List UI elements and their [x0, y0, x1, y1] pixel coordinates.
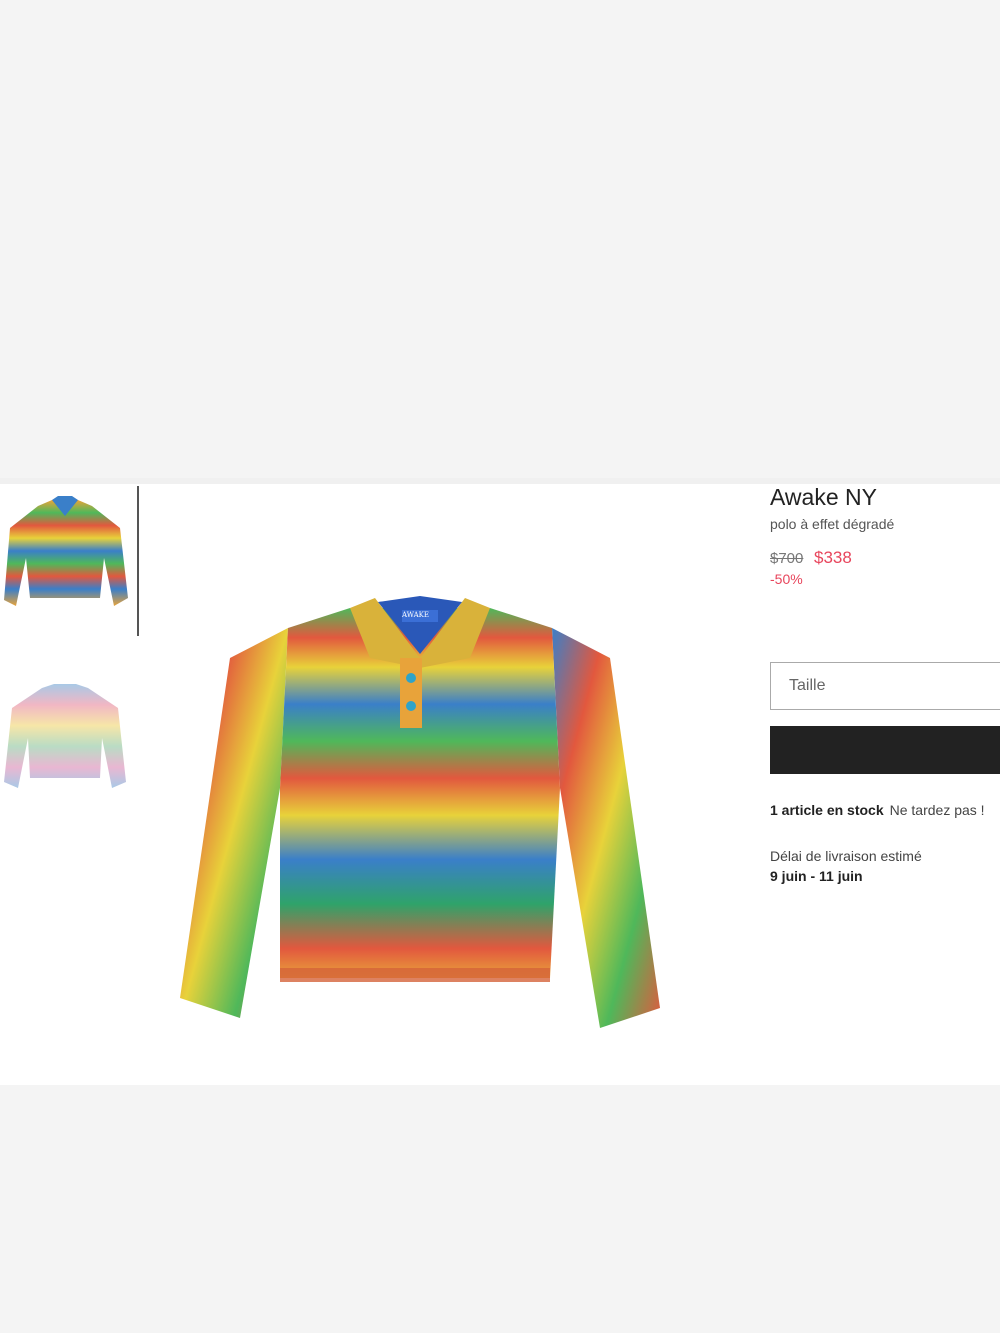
thumbnail-sweater-image: [4, 684, 126, 788]
size-select[interactable]: Taille: [770, 662, 1000, 710]
thumbnail-polo-image: [4, 496, 128, 606]
stock-count: 1 article en stock: [770, 802, 884, 818]
product-panel: AWAKE Awake NY polo à effet dégradé $700…: [0, 478, 1000, 1085]
discount-badge: -50%: [770, 571, 803, 587]
stock-status: 1 article en stock Ne tardez pas !: [770, 802, 985, 818]
delivery-label: Délai de livraison estimé: [770, 848, 922, 864]
thumbnail-selected-indicator: [137, 486, 139, 636]
stock-note: Ne tardez pas !: [889, 802, 985, 818]
rainbow-polo-image: [180, 596, 660, 1028]
original-price: $700: [770, 550, 804, 567]
thumbnail-pastel-sweater[interactable]: [0, 678, 130, 798]
collar-label-text: AWAKE: [402, 611, 430, 619]
add-to-bag-button[interactable]: [770, 726, 1000, 774]
delivery-dates: 9 juin - 11 juin: [770, 868, 863, 884]
product-subtitle: polo à effet dégradé: [770, 516, 895, 532]
sale-price: $338: [814, 548, 852, 567]
thumbnail-rainbow-polo[interactable]: [0, 488, 130, 638]
brand-name[interactable]: Awake NY: [770, 484, 877, 511]
main-product-image[interactable]: AWAKE: [170, 588, 670, 1038]
